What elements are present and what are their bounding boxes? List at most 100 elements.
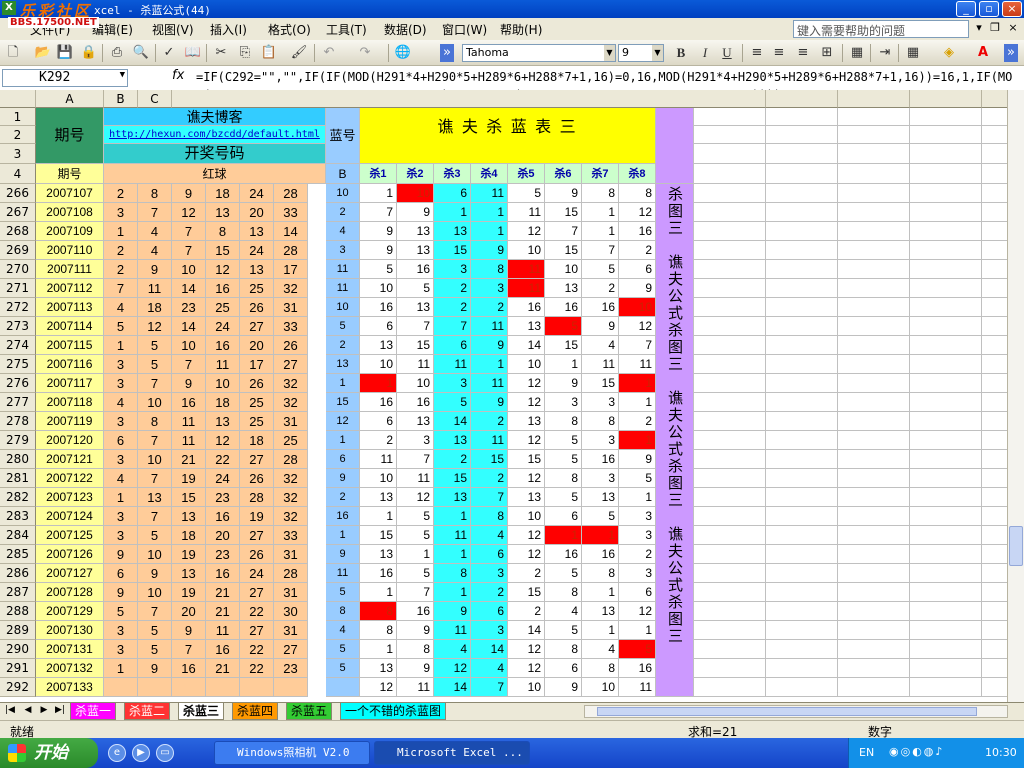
cell-empty[interactable] [766, 164, 838, 184]
cell-kill-6[interactable]: 6 [545, 507, 582, 526]
cell-blue-ball[interactable]: 5 [326, 317, 360, 336]
cell-kill-7[interactable]: 16 [582, 545, 619, 564]
cell-red-ball[interactable]: 15 [172, 488, 206, 507]
cell-kill-5[interactable]: 10 [508, 507, 545, 526]
cell-kill-1[interactable]: 16 [360, 393, 397, 412]
cell-red-ball[interactable]: 22 [240, 659, 274, 678]
cell-kill-3[interactable]: 7 [434, 317, 471, 336]
cell-empty[interactable] [838, 164, 910, 184]
row-header[interactable]: 285 [0, 545, 36, 564]
cell-kill-5[interactable]: 12 [508, 222, 545, 241]
cell-kill-7[interactable]: 1 [582, 621, 619, 640]
cell-red-ball[interactable]: 26 [240, 469, 274, 488]
cell-blue-ball[interactable]: 5 [326, 640, 360, 659]
tab-sheet-3[interactable]: 杀蓝三 [178, 703, 225, 720]
cell-blue-ball[interactable] [326, 678, 360, 697]
cell-red-ball[interactable]: 7 [172, 640, 206, 659]
cell-empty[interactable] [766, 298, 838, 317]
cell-kill-7[interactable]: 1 [582, 526, 619, 545]
cell-kill-6[interactable]: 5 [545, 488, 582, 507]
column-header-extra[interactable] [838, 90, 910, 108]
cell-empty[interactable] [766, 564, 838, 583]
cell-kill-7[interactable]: 13 [582, 488, 619, 507]
cell-red-ball[interactable]: 1 [104, 488, 138, 507]
cell-kill-8[interactable]: 6 [619, 583, 656, 602]
cell-kill-1[interactable]: 10 [360, 469, 397, 488]
cell-red-ball[interactable]: 16 [206, 564, 240, 583]
column-header-extra[interactable] [694, 90, 766, 108]
cell-empty[interactable] [838, 545, 910, 564]
cell-red-ball[interactable]: 13 [172, 507, 206, 526]
column-header-extra[interactable] [766, 90, 838, 108]
cell-red-ball[interactable]: 22 [206, 450, 240, 469]
cell-red-ball[interactable]: 7 [138, 469, 172, 488]
cell-blue-ball[interactable]: 11 [326, 260, 360, 279]
cell-kill-7[interactable]: 1 [582, 583, 619, 602]
cell-kill-1[interactable]: 1 [360, 640, 397, 659]
cell-kill-7[interactable]: 16 [582, 450, 619, 469]
column-header-hidden[interactable] [172, 90, 694, 108]
cell-red-ball[interactable]: 20 [240, 203, 274, 222]
undo-icon[interactable]: ↶ [320, 44, 338, 62]
cell-kill-2[interactable]: 13 [397, 222, 434, 241]
cut-icon[interactable]: ✂ [212, 44, 230, 62]
cell-red-ball[interactable] [240, 678, 274, 697]
cell-empty[interactable] [694, 126, 766, 144]
cell-red-ball[interactable]: 1 [104, 336, 138, 355]
cell-kill-7[interactable]: 5 [582, 260, 619, 279]
next-sheet-icon[interactable]: ▶ [38, 705, 50, 715]
cell-kill-8[interactable]: 11 [619, 678, 656, 697]
cell-kill-3[interactable]: 5 [434, 393, 471, 412]
cell-kill-8[interactable]: 7 [619, 336, 656, 355]
cell-empty[interactable] [838, 431, 910, 450]
cell-kill-1[interactable]: 13 [360, 488, 397, 507]
spreadsheet-grid[interactable]: A B C 1 2 3 4 期号 谯夫博客 http://hexun.com/bzcdd/defa… [0, 90, 1024, 702]
cell-empty[interactable] [910, 469, 982, 488]
cell-red-ball[interactable]: 15 [206, 241, 240, 260]
cell-empty[interactable] [910, 450, 982, 469]
cell-kill-3[interactable]: 1 [434, 583, 471, 602]
cell-red-ball[interactable]: 21 [206, 583, 240, 602]
row-header[interactable]: 268 [0, 222, 36, 241]
cell-blue-ball[interactable]: 15 [326, 393, 360, 412]
header-link[interactable]: http://hexun.com/bzcdd/default.html [104, 126, 326, 144]
font-name-select[interactable]: Tahoma ▼ [462, 44, 616, 62]
cell-kill-8[interactable]: 10 [619, 298, 656, 317]
spelling-icon[interactable]: ✓ [160, 44, 178, 62]
cell-blue-ball[interactable]: 8 [326, 602, 360, 621]
cell-empty[interactable] [910, 260, 982, 279]
cell-red-ball[interactable]: 9 [172, 184, 206, 203]
cell-kill-6[interactable]: 9 [545, 184, 582, 203]
cell-red-ball[interactable]: 7 [138, 374, 172, 393]
tab-sheet-2[interactable]: 杀蓝二 [124, 703, 171, 720]
tab-sheet-6[interactable]: 一个不错的杀蓝图 [340, 703, 447, 720]
cell-red-ball[interactable]: 10 [206, 374, 240, 393]
cell-kill-4[interactable]: 8 [471, 507, 508, 526]
cell-kill-6[interactable]: 6 [545, 659, 582, 678]
cell-empty[interactable] [766, 317, 838, 336]
cell-red-ball[interactable]: 28 [274, 564, 308, 583]
cell-empty[interactable] [694, 431, 766, 450]
cell-empty[interactable] [694, 469, 766, 488]
font-color-icon[interactable]: A [974, 44, 992, 62]
cell-kill-8[interactable]: 1 [619, 431, 656, 450]
cell-red-ball[interactable]: 33 [274, 203, 308, 222]
cell-blue-ball[interactable]: 5 [326, 583, 360, 602]
cell-red-ball[interactable]: 10 [172, 260, 206, 279]
cell-empty[interactable] [694, 659, 766, 678]
cell-kill-1[interactable]: 1 [360, 374, 397, 393]
cell-red-ball[interactable]: 7 [138, 203, 172, 222]
cell-kill-3[interactable]: 1 [434, 203, 471, 222]
cell-empty[interactable] [694, 412, 766, 431]
cell-red-ball[interactable]: 31 [274, 545, 308, 564]
cell-qihao[interactable]: 2007126 [36, 545, 104, 564]
start-button[interactable]: 开始 [0, 738, 98, 768]
cell-empty[interactable] [910, 678, 982, 697]
cell-empty[interactable] [910, 355, 982, 374]
cell-empty[interactable] [766, 469, 838, 488]
cell-red-ball[interactable]: 13 [240, 260, 274, 279]
cell-red-ball[interactable]: 24 [240, 184, 274, 203]
cell-red-ball[interactable]: 9 [104, 545, 138, 564]
cell-empty[interactable] [694, 279, 766, 298]
cell-red-ball[interactable]: 8 [138, 184, 172, 203]
